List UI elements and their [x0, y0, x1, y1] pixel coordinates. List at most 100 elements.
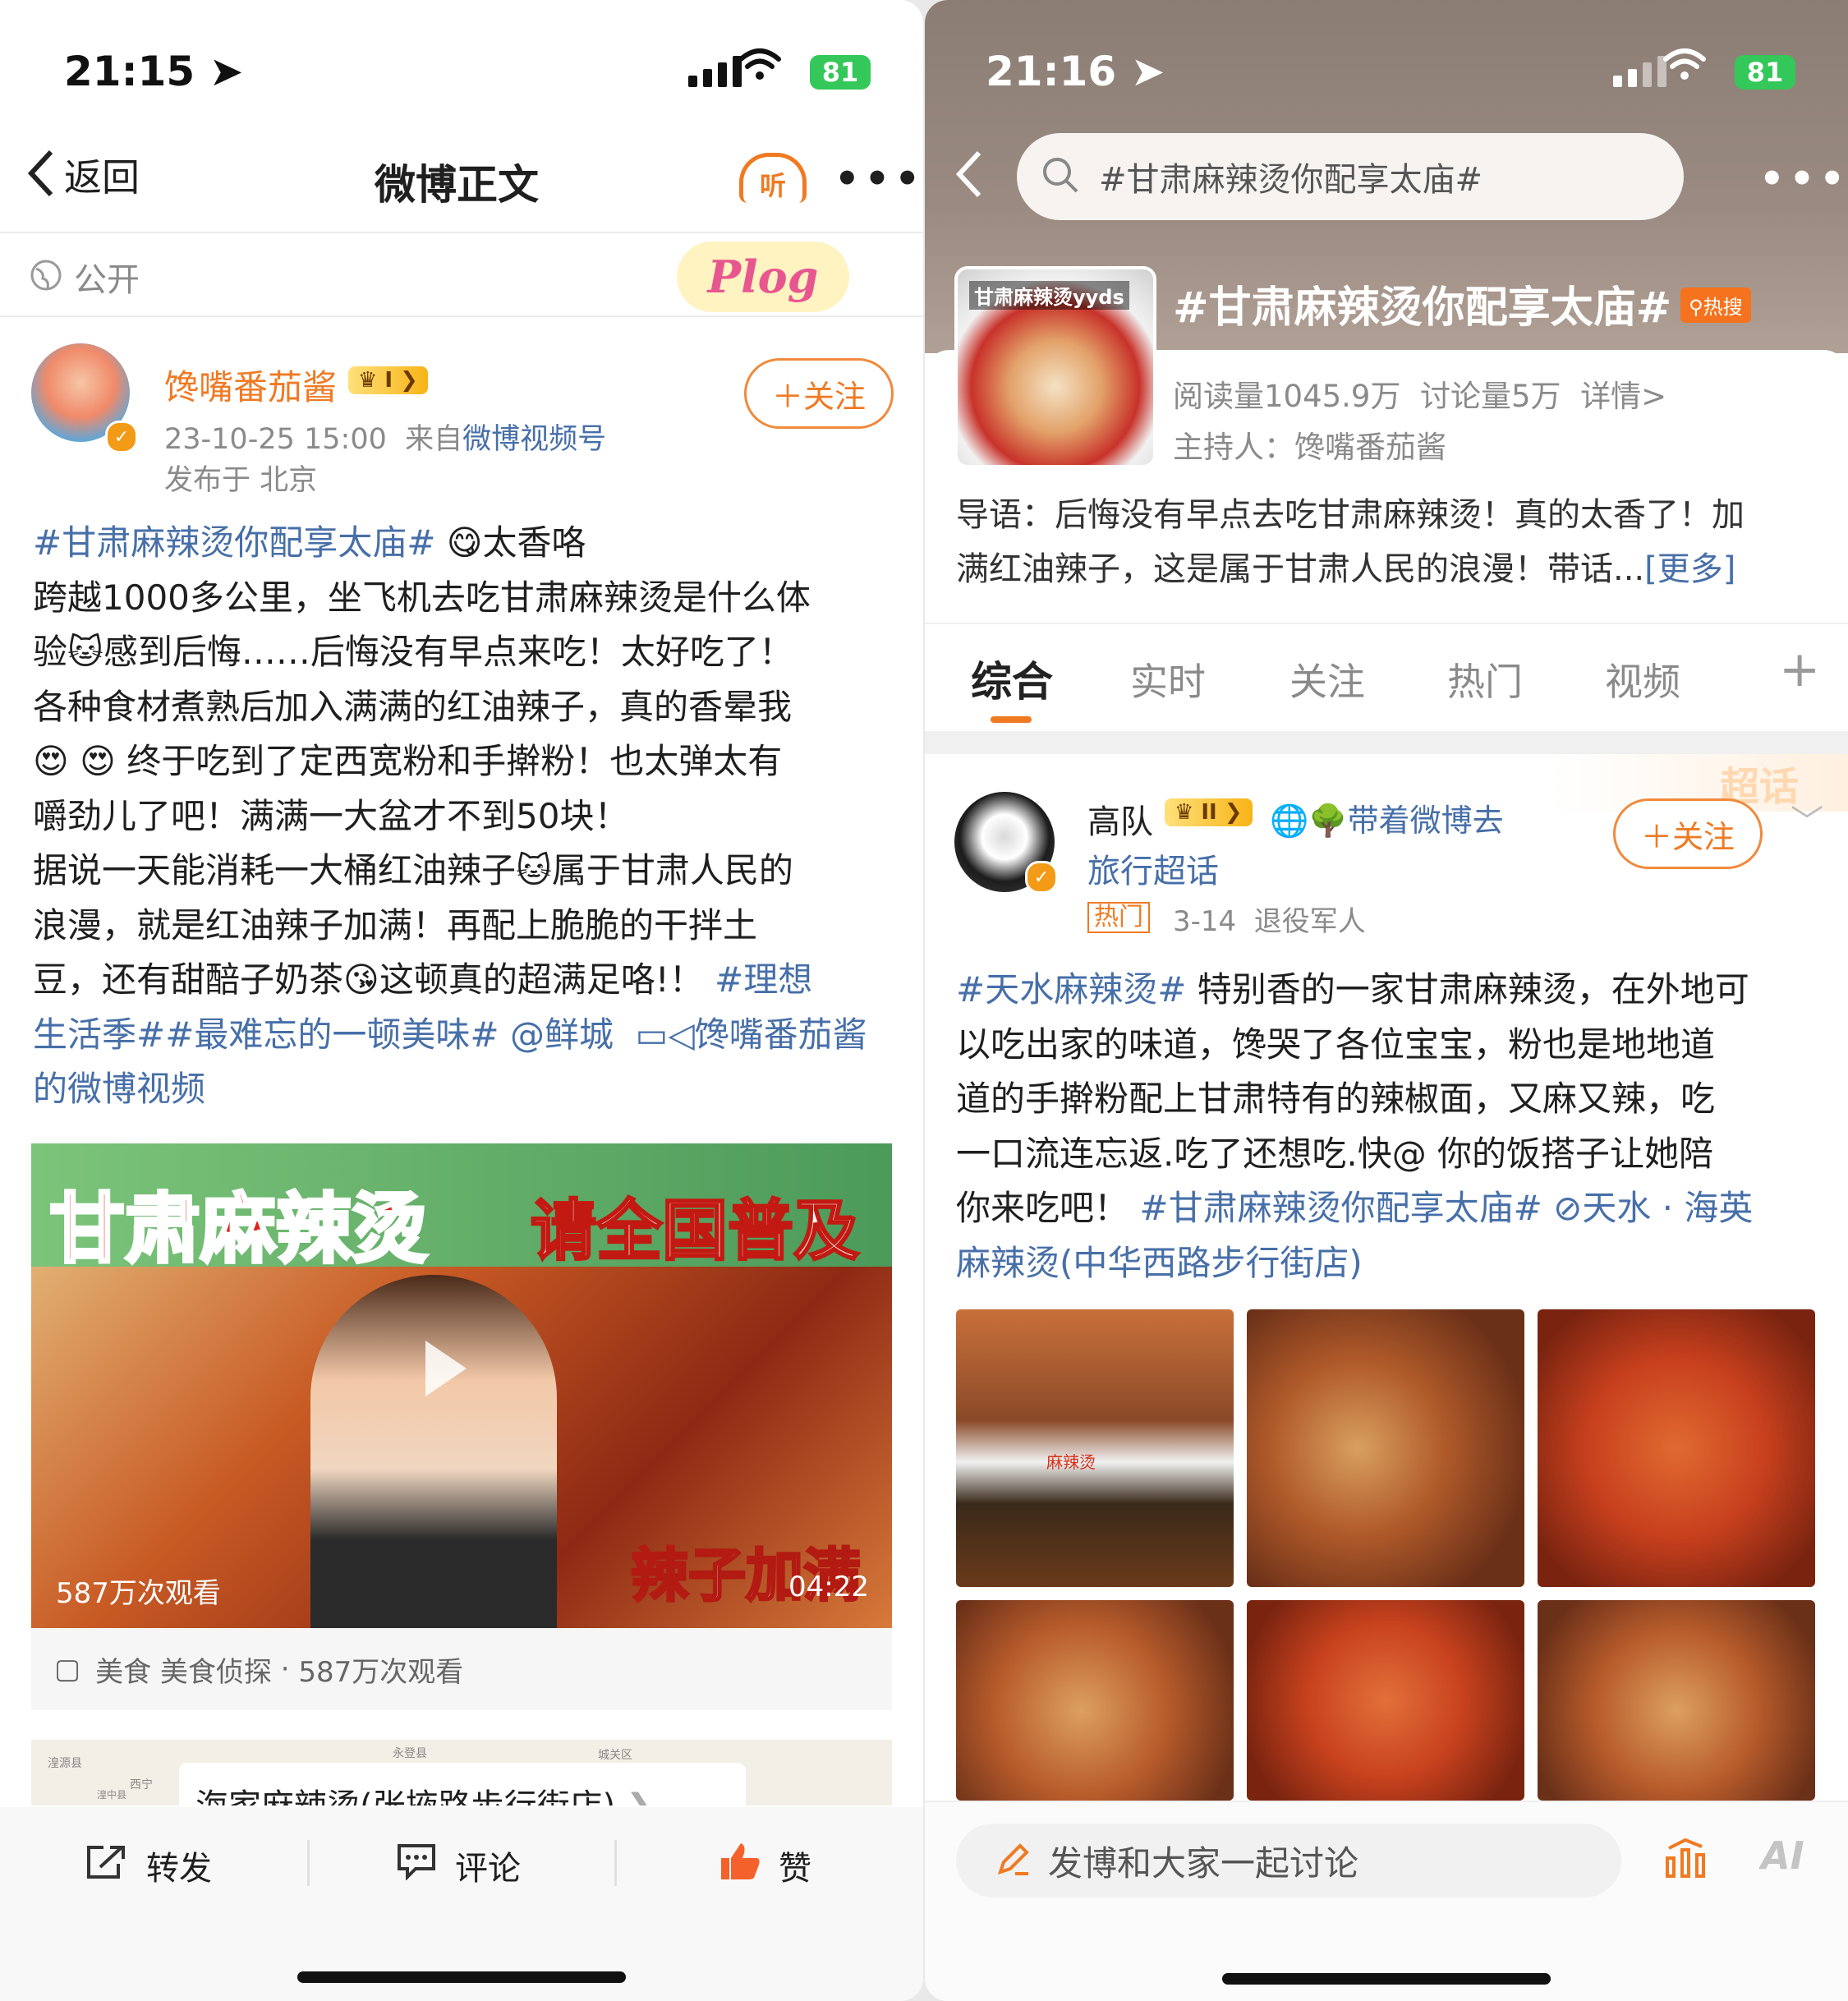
topic-intro: 导语：后悔没有早点去吃甘肃麻辣烫！真的太香了！加 满红油辣子，这是属于甘肃人民的… [956, 496, 1745, 588]
back-button[interactable] [953, 150, 986, 202]
tab-video[interactable]: 视频 [1605, 652, 1680, 706]
hot-search-badge: ⚲热搜 [1680, 288, 1751, 323]
stats-chart-icon[interactable] [1664, 1837, 1708, 1883]
post-image-6[interactable] [1538, 1600, 1815, 1801]
author-name[interactable]: 高队 [1087, 795, 1153, 843]
location-pin-icon: ⊘ [1553, 1188, 1583, 1228]
wifi-icon [738, 46, 782, 91]
tab-realtime[interactable]: 实时 [1130, 652, 1206, 706]
visibility-row: 公开 [30, 253, 140, 301]
vip-level-badge: ♛ II ❯ [1165, 798, 1253, 826]
follow-button[interactable]: ＋关注 [744, 358, 894, 429]
more-options-icon[interactable]: ••• [1759, 156, 1848, 202]
tab-hot[interactable]: 热门 [1447, 652, 1523, 706]
hashtag-link[interactable]: 生活季##最难忘的一顿美味# [33, 1014, 499, 1055]
vip-level-badge: ♛ I ❯ [348, 366, 428, 394]
follow-button[interactable]: ＋关注 [1613, 798, 1763, 869]
search-bar[interactable]: #甘肃麻辣烫你配享太庙# [1017, 133, 1684, 220]
super-topic-tag[interactable]: 🌐🌳带着微博去 [1270, 795, 1504, 840]
cat-emoji-icon: 🐱 [516, 850, 552, 890]
topic-stats: 阅读量1045.9万 讨论量5万 详情> [1173, 379, 1667, 414]
topic-thumbnail[interactable]: 甘肃麻辣烫yyds [954, 266, 1156, 468]
topic-detail-link[interactable]: 详情> [1580, 379, 1666, 414]
super-topic-tag-cont[interactable]: 旅行超话 [1087, 844, 1219, 892]
post-image-5[interactable] [1247, 1600, 1524, 1801]
tab-following[interactable]: 关注 [1289, 652, 1365, 706]
compose-input[interactable]: 发博和大家一起讨论 [956, 1824, 1621, 1898]
topic-host: 主持人：馋嘴番茄酱 [1173, 430, 1446, 465]
back-button[interactable]: 返回 [25, 148, 140, 202]
hashtag-link[interactable]: #天水麻辣烫# [956, 969, 1186, 1010]
verified-badge-icon: ✓ [1025, 861, 1058, 894]
bottom-composer-bar: 发博和大家一起讨论 AI [925, 1801, 1848, 2001]
kiss-emoji-icon: 😘 [343, 959, 379, 1000]
video-views: 587万次观看 [56, 1577, 221, 1610]
post-image-3[interactable] [1538, 1309, 1815, 1587]
post-body: #甘肃麻辣烫你配享太庙# 😋太香咯 跨越1000多公里，坐飞机去吃甘肃麻辣烫是什… [33, 516, 895, 1117]
mention-link[interactable]: @鲜城 [510, 1014, 614, 1055]
play-icon[interactable] [425, 1341, 467, 1396]
location-arrow-icon: ➤ [209, 48, 244, 95]
video-link-continued[interactable]: 的微博视频 [33, 1062, 895, 1117]
video-icon: ▭◁ [635, 1014, 695, 1055]
video-duration: 04:22 [788, 1571, 869, 1603]
post-image-2[interactable] [1247, 1309, 1524, 1587]
repost-button[interactable]: 转发 [85, 1842, 212, 1889]
cat-emoji-icon: 🐱 [67, 632, 103, 672]
location-arrow-icon: ➤ [1130, 48, 1165, 95]
divider [0, 232, 923, 233]
divider [614, 1840, 617, 1886]
comment-button[interactable]: 评论 [396, 1842, 521, 1889]
thumbs-up-icon [719, 1842, 761, 1889]
post-meta: 23-10-25 15:00 来自微博视频号 [164, 423, 607, 456]
status-time: 21:15 ➤ [64, 48, 244, 95]
source-link[interactable]: 微博视频号 [462, 423, 606, 456]
hashtag-link[interactable]: #甘肃麻辣烫你配享太庙# [1139, 1188, 1542, 1228]
hashtag-link[interactable]: #理想 [715, 959, 812, 1000]
verified-badge-icon: ✓ [105, 421, 138, 453]
more-options-icon[interactable]: ••• [834, 156, 923, 202]
intro-more-link[interactable]: [更多] [1644, 550, 1735, 588]
location-link[interactable]: ⊘天水 · 海英 [1553, 1188, 1753, 1228]
share-icon [85, 1842, 128, 1888]
tab-comprehensive[interactable]: 综合 [971, 649, 1053, 708]
hashtag-link[interactable]: #甘肃麻辣烫你配享太庙# [33, 522, 435, 563]
globe-badge-icon: 🌐 [1270, 803, 1309, 839]
divider [307, 1840, 310, 1886]
cellular-signal-icon [1613, 54, 1666, 87]
chevron-down-icon[interactable]: ﹀ [1791, 795, 1823, 843]
like-button[interactable]: 赞 [719, 1842, 811, 1889]
post-image-4[interactable] [956, 1600, 1234, 1801]
video-player[interactable]: 甘肃麻辣烫 请全国普及 辣子加满 587万次观看 04:22 [31, 1143, 892, 1628]
search-input[interactable]: #甘肃麻辣烫你配享太庙# [1099, 153, 1483, 200]
author-name[interactable]: 馋嘴番茄酱 [164, 360, 337, 410]
post-body: #天水麻辣烫# 特别香的一家甘肃麻辣烫，在外地可 以吃出家的味道，馋哭了各位宝宝… [956, 963, 1835, 1290]
divider [925, 623, 1848, 624]
wifi-icon [1662, 46, 1707, 85]
tree-icon: 🌳 [1308, 803, 1348, 839]
pencil-icon [995, 1841, 1032, 1880]
chevron-left-icon [25, 149, 57, 201]
location-link-continued[interactable]: 麻辣烫(中华西路步行街店) [956, 1236, 1835, 1291]
hot-tag: 热门 [1087, 902, 1150, 933]
home-indicator [297, 1971, 626, 1983]
map-place-card[interactable]: 海家麻辣烫(张掖路步行街店) ❯ [179, 1763, 746, 1806]
video-meta-bar: ▢ 美食 美食侦探 · 587万次观看 [31, 1628, 892, 1710]
location-map[interactable]: 湟源县 永登县 西宁 湟中县 城关区 海家麻辣烫(张掖路步行街店) ❯ [31, 1740, 892, 1806]
weibo-post-screen: 21:15 ➤ 81 返回 微博正文 听 ••• 公开 Plog ✓ 馋嘴番茄酱… [0, 0, 923, 2001]
video-title-1: 甘肃麻辣烫 [48, 1184, 429, 1275]
post-image-1[interactable]: 麻辣烫 [956, 1309, 1234, 1587]
status-time: 21:16 ➤ [986, 48, 1165, 95]
pin-icon: ⚲ [1689, 296, 1703, 319]
video-small-icon: ▢ [54, 1653, 81, 1686]
add-tab-icon[interactable]: + [1779, 641, 1820, 698]
comment-icon [396, 1842, 437, 1888]
search-icon [1041, 156, 1079, 197]
listen-button[interactable]: 听 [739, 153, 807, 203]
ai-assistant-icon[interactable]: AI [1761, 1833, 1804, 1878]
topic-title: #甘肃麻辣烫你配享太庙# [1173, 283, 1672, 333]
video-link[interactable]: ▭◁馋嘴番茄酱 [636, 1014, 867, 1055]
active-tab-indicator [991, 716, 1032, 723]
post-location: 发布于 北京 [164, 464, 318, 497]
post-meta: 3-14 退役军人 [1173, 905, 1366, 938]
